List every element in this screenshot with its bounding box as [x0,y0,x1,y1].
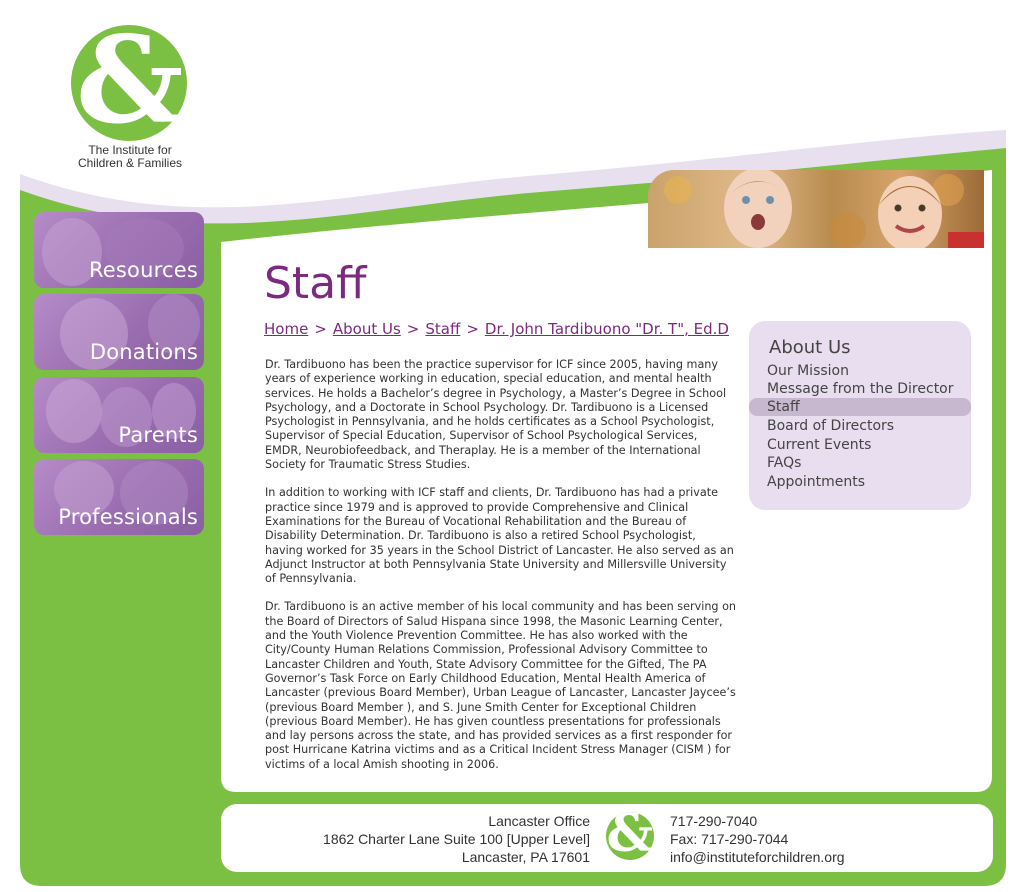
breadcrumb-separator: > [314,320,327,338]
breadcrumb-separator: > [466,320,479,338]
nav-donations[interactable]: Donations [34,294,204,370]
footer-phone[interactable]: 717-290-7040 [670,812,845,830]
footer-office-name: Lancaster Office [488,813,590,829]
bio-paragraph: In addition to working with ICF staff an… [265,486,734,586]
page-title: Staff [264,258,367,309]
breadcrumb-staff[interactable]: Staff [425,320,460,338]
footer-logo: & [606,812,654,860]
sidebar-item-faqs[interactable]: FAQs [749,454,971,472]
nav-donations-label: Donations [89,340,198,364]
breadcrumb-home[interactable]: Home [264,320,308,338]
footer-email[interactable]: info@instituteforchildren.org [670,848,845,866]
nav-parents-label: Parents [118,423,198,447]
footer-ampersand-icon: & [606,812,654,860]
breadcrumb-separator: > [406,320,420,338]
nav-resources[interactable]: Resources [34,212,204,288]
footer-contact: 717-290-7040 Fax: 717-290-7044 info@inst… [670,812,845,866]
footer-city: Lancaster, PA 17601 [461,849,590,865]
nav-parents[interactable]: Parents [34,377,204,453]
bio-paragraph: Dr. Tardibuono is an active member of hi… [265,600,737,771]
nav-professionals-label: Professionals [58,505,198,529]
nav-professionals[interactable]: Professionals [34,459,204,535]
about-us-panel-title: About Us [769,337,851,358]
nav-resources-label: Resources [88,258,198,282]
header-photo-children [648,170,984,248]
sidebar-item-board-of-directors[interactable]: Board of Directors [749,417,971,435]
footer-street: 1862 Charter Lane Suite 100 [Upper Level… [323,831,590,847]
sidebar-item-message-from-director[interactable]: Message from the Director [749,380,971,398]
about-us-panel: About Us Our Mission Message from the Di… [749,321,971,510]
sidebar-item-our-mission[interactable]: Our Mission [749,362,971,380]
sidebar-item-staff[interactable]: Staff [749,398,971,416]
breadcrumb: Home > About Us > Staff > Dr. John Tardibuono … [264,320,729,338]
sidebar-item-appointments[interactable]: Appointments [749,473,971,491]
staff-bio: Dr. Tardibuono has been the practice sup… [265,358,737,786]
footer-fax: Fax: 717-290-7044 [670,831,789,847]
breadcrumb-about-us[interactable]: About Us [333,320,401,338]
footer-address: Lancaster Office 1862 Charter Lane Suite… [260,812,590,866]
sidebar-item-current-events[interactable]: Current Events [749,436,971,454]
bio-paragraph: Dr. Tardibuono has been the practice sup… [265,358,727,472]
logo-circle: & [71,11,187,151]
breadcrumb-current-page[interactable]: Dr. John Tardibuono "Dr. T", Ed.D [485,320,729,338]
